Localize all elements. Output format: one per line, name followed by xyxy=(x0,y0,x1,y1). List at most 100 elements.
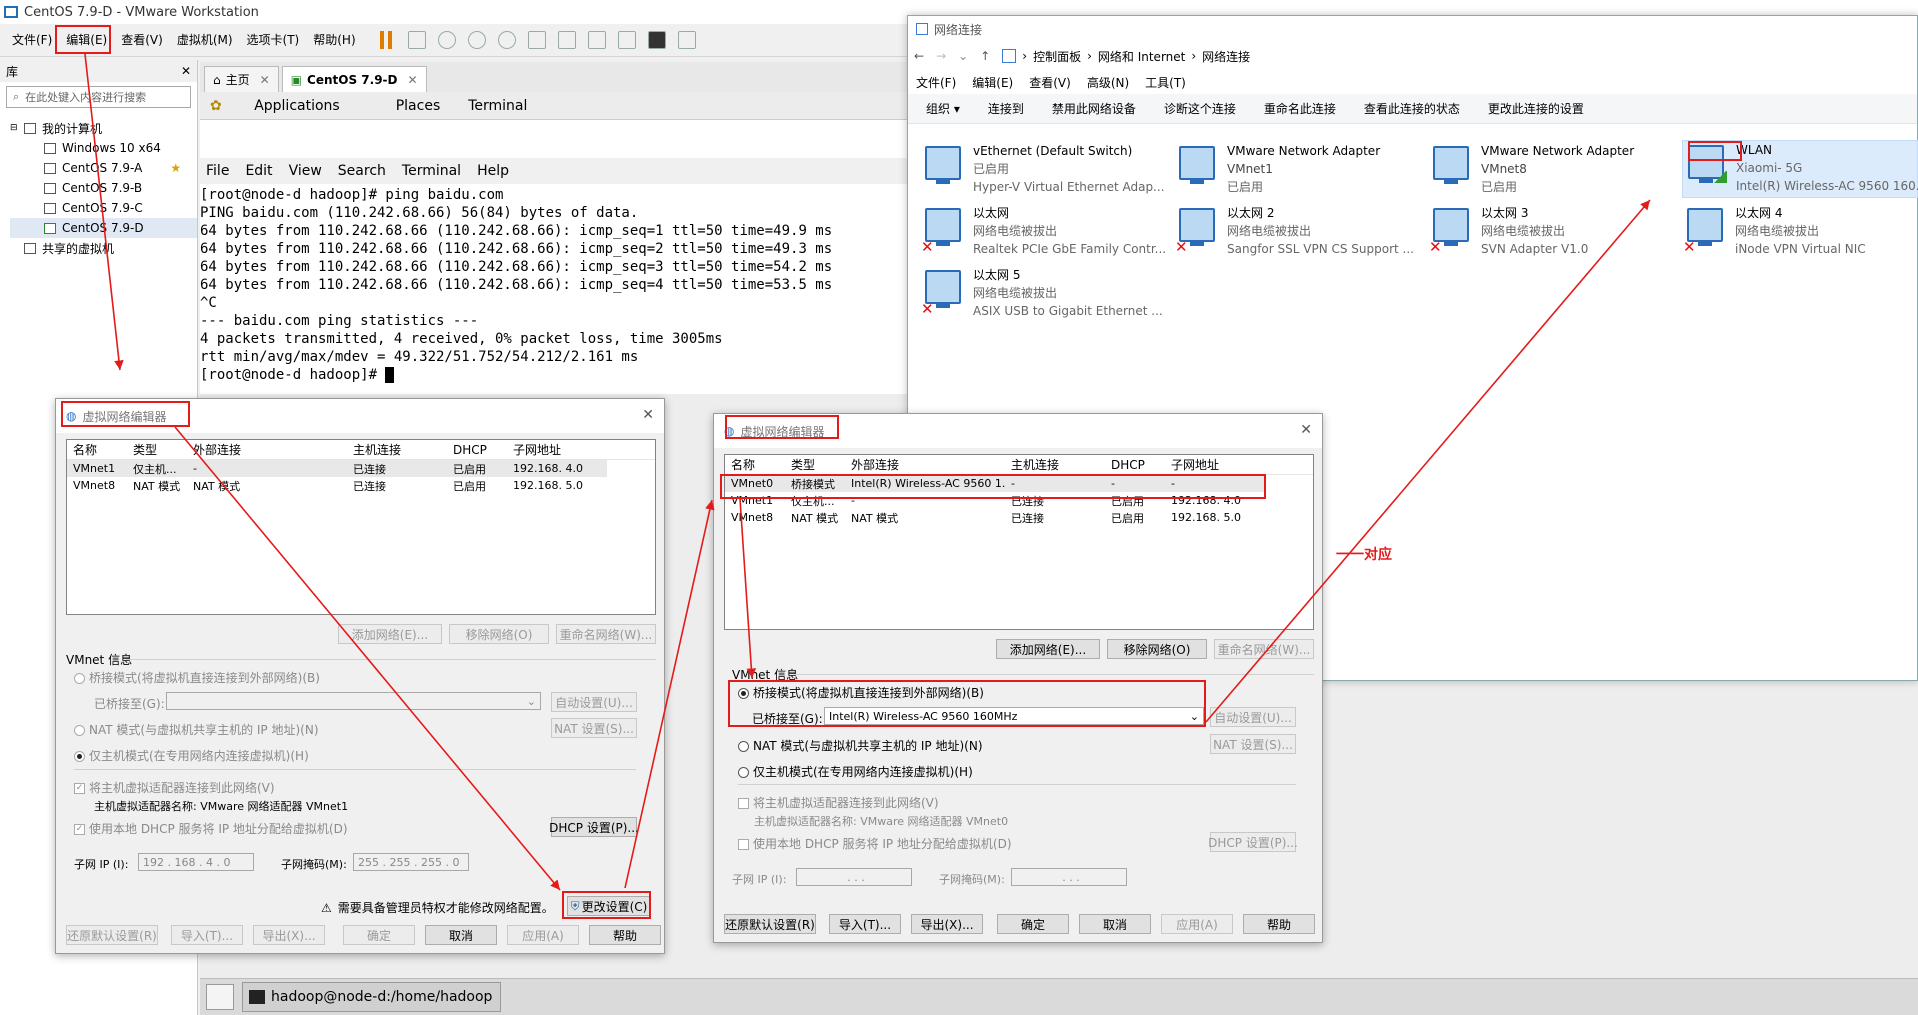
tree-vm-item-selected[interactable]: CentOS 7.9-D xyxy=(10,218,197,238)
col-external[interactable]: 外部连接 xyxy=(845,456,1005,473)
adapter-item[interactable]: ✕ 以太网 4 网络电缆被拔出 iNode VPN Virtual NIC xyxy=(1682,204,1918,262)
close-icon[interactable]: ✕ xyxy=(408,73,418,87)
dhcp-settings-button[interactable]: DHCP 设置(P)... xyxy=(549,817,639,837)
adapter-item[interactable]: VMware Network Adapter VMnet8 已启用 xyxy=(1428,142,1678,200)
gnome-terminal[interactable]: Terminal xyxy=(468,98,527,114)
help-button[interactable]: 帮助 xyxy=(589,925,661,945)
menu-vm[interactable]: 虚拟机(M) xyxy=(171,30,239,50)
gnome-places[interactable]: Places xyxy=(396,98,441,114)
subnet-ip-field[interactable]: . . . xyxy=(796,868,912,886)
menu-tabs[interactable]: 选项卡(T) xyxy=(241,30,306,50)
adapter-item[interactable]: VMware Network Adapter VMnet1 已启用 xyxy=(1174,142,1424,200)
subnet-ip-field[interactable]: 192 . 168 . 4 . 0 xyxy=(138,853,254,871)
nat-settings-button[interactable]: NAT 设置(S)... xyxy=(551,718,637,738)
terminal-output[interactable]: [root@node-d hadoop]# ping baidu.com PING… xyxy=(200,184,910,394)
close-icon[interactable]: ✕ xyxy=(642,407,654,423)
terminal-menu-file[interactable]: File xyxy=(206,163,229,179)
cmd-connect-to[interactable]: 连接到 xyxy=(988,100,1024,117)
console-view-icon[interactable] xyxy=(647,31,666,49)
explorer-menu-tools[interactable]: 工具(T) xyxy=(1145,74,1186,91)
tab-home[interactable]: ⌂ 主页 ✕ xyxy=(204,66,279,92)
bridge-mode-radio[interactable]: 桥接模式(将虚拟机直接连接到外部网络)(B) xyxy=(74,669,320,686)
import-button[interactable]: 导入(T)... xyxy=(171,925,243,945)
rename-network-button[interactable]: 重命名网络(W)... xyxy=(556,624,656,644)
col-type[interactable]: 类型 xyxy=(785,456,845,473)
send-keys-icon[interactable] xyxy=(407,31,426,49)
table-row[interactable]: VMnet1 仅主机... - 已连接 已启用 192.168. 4.0 xyxy=(67,460,607,477)
apply-button[interactable]: 应用(A) xyxy=(507,925,579,945)
nat-mode-radio[interactable]: NAT 模式(与虚拟机共享主机的 IP 地址)(N) xyxy=(738,737,983,754)
unity-icon[interactable] xyxy=(617,31,636,49)
rename-network-button[interactable]: 重命名网络(W)... xyxy=(1214,639,1314,659)
col-subnet[interactable]: 子网地址 xyxy=(507,441,607,458)
snapshot-manager-icon[interactable] xyxy=(497,31,516,49)
menu-help[interactable]: 帮助(H) xyxy=(307,30,361,50)
cmd-diagnose[interactable]: 诊断这个连接 xyxy=(1164,100,1236,117)
col-subnet[interactable]: 子网地址 xyxy=(1165,456,1265,473)
dhcp-settings-button[interactable]: DHCP 设置(P)... xyxy=(1208,832,1298,852)
gnome-applications[interactable]: ✿ Applications xyxy=(210,98,368,114)
terminal-menu-terminal[interactable]: Terminal xyxy=(402,163,461,179)
pause-icon[interactable] xyxy=(379,31,392,49)
auto-settings-button[interactable]: 自动设置(U)... xyxy=(551,692,637,712)
tree-shared-vms[interactable]: 共享的虚拟机 xyxy=(10,238,197,258)
breadcrumb-control-panel[interactable]: 控制面板 xyxy=(1033,48,1081,65)
terminal-menu-edit[interactable]: Edit xyxy=(245,163,272,179)
terminal-menu-search[interactable]: Search xyxy=(338,163,386,179)
adapter-item[interactable]: ✕ 以太网 网络电缆被拔出 Realtek PCIe GbE Family Contr… xyxy=(920,204,1170,262)
library-view-icon[interactable] xyxy=(527,31,546,49)
adapter-item[interactable]: ✕ 以太网 3 网络电缆被拔出 SVN Adapter V1.0 xyxy=(1428,204,1678,262)
import-button[interactable]: 导入(T)... xyxy=(829,914,901,934)
col-type[interactable]: 类型 xyxy=(127,441,187,458)
close-icon[interactable]: ✕ xyxy=(181,64,191,78)
col-dhcp[interactable]: DHCP xyxy=(447,443,507,457)
nat-mode-radio[interactable]: NAT 模式(与虚拟机共享主机的 IP 地址)(N) xyxy=(74,721,319,738)
subnet-mask-field[interactable]: 255 . 255 . 255 . 0 xyxy=(353,853,469,871)
restore-defaults-button[interactable]: 还原默认设置(R) xyxy=(66,925,158,945)
breadcrumb-network-connections[interactable]: 网络连接 xyxy=(1202,48,1250,65)
col-name[interactable]: 名称 xyxy=(725,456,785,473)
adapter-item[interactable]: ✕ 以太网 5 网络电缆被拔出 ASIX USB to Gigabit Etherne… xyxy=(920,266,1170,324)
explorer-menu-file[interactable]: 文件(F) xyxy=(916,74,956,91)
explorer-menu-edit[interactable]: 编辑(E) xyxy=(972,74,1013,91)
connect-adapter-checkbox[interactable]: ✓ 将主机虚拟适配器连接到此网络(V) xyxy=(74,779,275,796)
col-host[interactable]: 主机连接 xyxy=(1005,456,1105,473)
terminal-menu-help[interactable]: Help xyxy=(477,163,509,179)
breadcrumb-network-internet[interactable]: 网络和 Internet xyxy=(1098,48,1185,65)
cmd-organize[interactable]: 组织 ▾ xyxy=(926,100,960,117)
remove-network-button[interactable]: 移除网络(O) xyxy=(449,624,549,644)
nat-settings-button[interactable]: NAT 设置(S)... xyxy=(1210,734,1296,754)
close-icon[interactable]: ✕ xyxy=(1300,422,1312,438)
dhcp-checkbox[interactable]: ✓ 使用本地 DHCP 服务将 IP 地址分配给虚拟机(D) xyxy=(74,820,348,837)
host-only-radio[interactable]: 仅主机模式(在专用网络内连接虚拟机)(H) xyxy=(74,747,309,764)
tree-vm-item[interactable]: CentOS 7.9-B xyxy=(10,178,197,198)
explorer-menu-advanced[interactable]: 高级(N) xyxy=(1087,74,1129,91)
cancel-button[interactable]: 取消 xyxy=(1079,914,1151,934)
ok-button[interactable]: 确定 xyxy=(343,925,415,945)
menu-file[interactable]: 文件(F) xyxy=(6,30,58,50)
revert-snapshot-icon[interactable] xyxy=(467,31,486,49)
connect-adapter-checkbox[interactable]: 将主机虚拟适配器连接到此网络(V) xyxy=(738,794,939,811)
cmd-change-settings[interactable]: 更改此连接的设置 xyxy=(1488,100,1584,117)
recent-icon[interactable]: ⌄ xyxy=(958,49,968,63)
dhcp-checkbox[interactable]: 使用本地 DHCP 服务将 IP 地址分配给虚拟机(D) xyxy=(738,835,1012,852)
col-dhcp[interactable]: DHCP xyxy=(1105,458,1165,472)
thumbnail-view-icon[interactable] xyxy=(557,31,576,49)
stretch-icon[interactable] xyxy=(677,31,696,49)
ok-button[interactable]: 确定 xyxy=(997,914,1069,934)
add-network-button[interactable]: 添加网络(E)... xyxy=(338,624,442,644)
host-only-radio[interactable]: 仅主机模式(在专用网络内连接虚拟机)(H) xyxy=(738,763,973,780)
export-button[interactable]: 导出(X)... xyxy=(253,925,325,945)
cmd-view-status[interactable]: 查看此连接的状态 xyxy=(1364,100,1460,117)
library-search-input[interactable]: ⌕ 在此处键入内容进行搜索 xyxy=(6,86,191,108)
apply-button[interactable]: 应用(A) xyxy=(1161,914,1233,934)
tree-my-computer[interactable]: ⊟ 我的计算机 xyxy=(10,118,197,138)
up-icon[interactable]: ↑ xyxy=(980,49,990,63)
explorer-menu-view[interactable]: 查看(V) xyxy=(1029,74,1071,91)
show-desktop-icon[interactable] xyxy=(206,984,234,1010)
add-network-button[interactable]: 添加网络(E)... xyxy=(996,639,1100,659)
export-button[interactable]: 导出(X)... xyxy=(911,914,983,934)
cmd-rename[interactable]: 重命名此连接 xyxy=(1264,100,1336,117)
cancel-button[interactable]: 取消 xyxy=(425,925,497,945)
tree-vm-item[interactable]: CentOS 7.9-A ★ xyxy=(10,158,197,178)
